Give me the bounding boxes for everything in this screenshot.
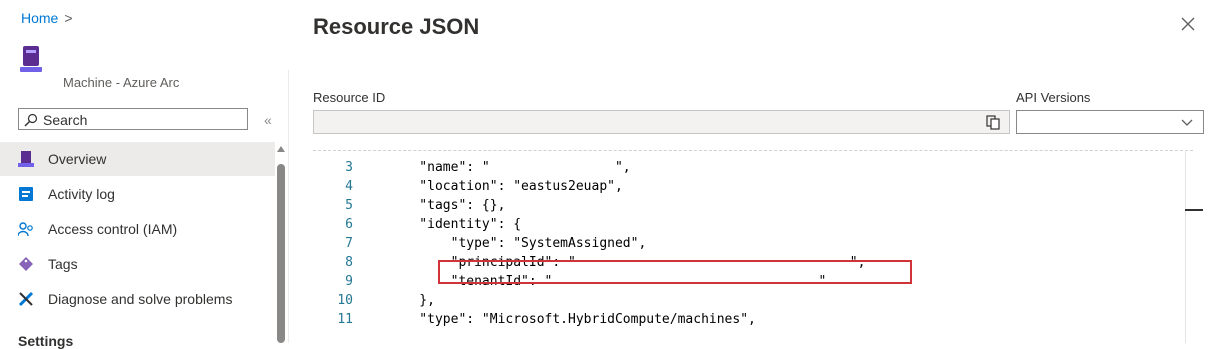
sidebar-item-label: Activity log <box>48 186 115 202</box>
line-number: 4 <box>345 179 353 194</box>
line-number: 10 <box>337 293 353 308</box>
api-versions-label: API Versions <box>1016 90 1091 105</box>
panel-divider <box>288 70 289 343</box>
sidebar-item-activity-log[interactable]: Activity log <box>0 177 275 211</box>
line-number: 7 <box>345 236 353 251</box>
resource-id-field[interactable] <box>313 110 1010 134</box>
collapse-sidebar-button[interactable]: « <box>264 112 272 128</box>
breadcrumb: Home > <box>21 10 73 26</box>
principal-id-highlight-box <box>438 260 912 284</box>
code-line: 7 "type": "SystemAssigned", <box>313 236 1193 253</box>
page-title: Resource JSON <box>313 14 480 39</box>
close-icon[interactable] <box>1180 16 1196 32</box>
line-number: 6 <box>345 217 353 232</box>
code-text: "type": "SystemAssigned", <box>388 236 647 251</box>
line-number: 3 <box>345 160 353 175</box>
editor-scrollbar[interactable] <box>1185 150 1186 343</box>
line-number: 9 <box>345 274 353 289</box>
tag-icon <box>19 257 33 271</box>
sidebar-item-label: Access control (IAM) <box>48 221 178 237</box>
sidebar-section-settings: Settings <box>18 333 74 349</box>
copy-icon[interactable] <box>986 115 1000 130</box>
search-input[interactable]: Search <box>18 108 248 130</box>
json-editor[interactable]: 3 "name": " ", 4 "location": "eastus2eua… <box>313 150 1205 343</box>
sidebar-item-access-control[interactable]: Access control (IAM) <box>0 212 275 246</box>
code-line: 4 "location": "eastus2euap", <box>313 179 1193 196</box>
code-text: "tags": {}, <box>388 198 506 213</box>
sidebar-item-label: Overview <box>48 151 107 167</box>
resource-id-label: Resource ID <box>313 90 386 105</box>
code-line: 10 }, <box>313 293 1193 310</box>
search-icon <box>24 113 38 127</box>
line-number: 11 <box>337 312 353 327</box>
access-control-icon <box>18 222 33 237</box>
code-line: 3 "name": " ", <box>313 160 1193 177</box>
chevron-down-icon <box>1181 119 1193 126</box>
scroll-up-icon[interactable] <box>277 146 285 152</box>
api-versions-dropdown[interactable] <box>1016 110 1204 134</box>
sidebar-item-label: Tags <box>48 256 78 272</box>
code-line: 11 "type": "Microsoft.HybridCompute/mach… <box>313 312 1193 329</box>
resource-type-label: Machine - Azure Arc <box>63 75 180 90</box>
sidebar-scrollbar[interactable] <box>276 144 286 343</box>
code-text: "location": "eastus2euap", <box>388 179 623 194</box>
search-placeholder: Search <box>43 112 88 128</box>
wrench-icon <box>18 291 34 307</box>
code-line: 6 "identity": { <box>313 217 1193 234</box>
code-line: 5 "tags": {}, <box>313 198 1193 215</box>
line-number: 5 <box>345 198 353 213</box>
code-text: "type": "Microsoft.HybridCompute/machine… <box>388 312 756 327</box>
code-text: "name": " ", <box>388 160 631 175</box>
code-text: }, <box>388 293 435 308</box>
sidebar-item-diagnose[interactable]: Diagnose and solve problems <box>0 282 275 316</box>
overview-ruler-marker <box>1185 209 1203 211</box>
code-text: "identity": { <box>388 217 522 232</box>
activity-log-icon <box>19 187 33 201</box>
sidebar-item-overview[interactable]: Overview <box>0 142 275 176</box>
scrollbar-thumb[interactable] <box>277 164 285 343</box>
editor-top-edge <box>313 150 1193 155</box>
azure-arc-machine-icon <box>20 46 42 72</box>
breadcrumb-separator: > <box>64 10 73 26</box>
breadcrumb-home-link[interactable]: Home <box>21 10 58 26</box>
sidebar-item-label: Diagnose and solve problems <box>48 291 233 307</box>
line-number: 8 <box>345 255 353 270</box>
overview-icon <box>18 151 34 167</box>
sidebar-item-tags[interactable]: Tags <box>0 247 275 281</box>
